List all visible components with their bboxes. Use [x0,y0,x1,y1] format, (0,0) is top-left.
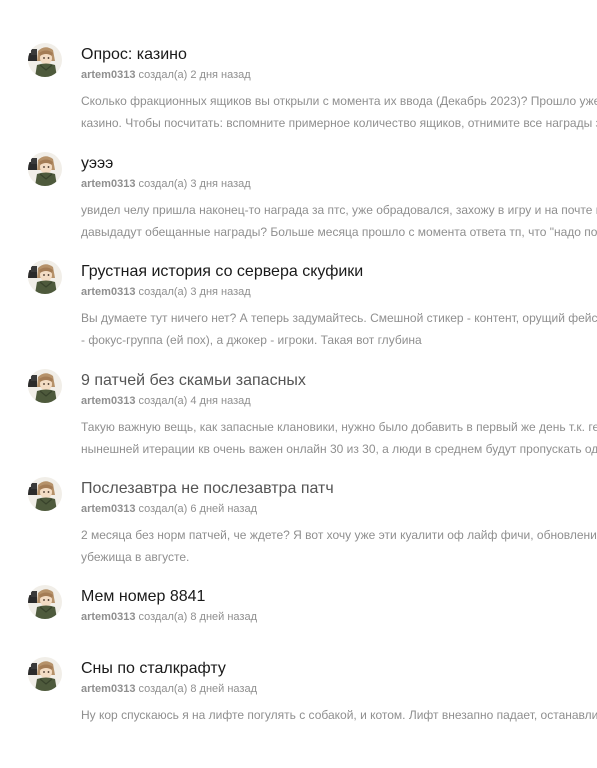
author-link[interactable]: artem0313 [81,286,135,298]
created-time: создал(а) 4 дня назад [138,395,251,407]
created-time: создал(а) 3 дня назад [138,286,251,298]
post-excerpt-line: давыдадут обещанные награды? Больше меся… [81,225,597,239]
post-feed: Опрос: казино artem0313 создал(а) 2 дня н… [0,0,597,722]
post-excerpt-line: нынешней итерации кв очень важен онлайн … [81,442,597,456]
post-excerpt: Вы думаете тут ничего нет? А теперь заду… [81,307,597,351]
post-title-link[interactable]: Грустная история со сервера скуфики [81,262,363,282]
post-item: Сны по сталкрафту artem0313 создал(а) 8 д… [0,657,597,768]
created-time: создал(а) 3 дня назад [138,178,251,190]
author-link[interactable]: artem0313 [81,69,135,81]
post-item: Послезавтра не послезавтра патч artem0313… [0,477,597,588]
post-excerpt-line: казино. Чтобы посчитать: вспомните приме… [81,116,597,130]
post-excerpt-line: Ну кор спускаюсь я на лифте погулять с с… [81,708,597,722]
user-avatar-icon[interactable] [28,369,62,403]
author-link[interactable]: artem0313 [81,611,135,623]
post-item: Грустная история со сервера скуфики artem… [0,260,597,371]
post-excerpt: Сколько фракционных ящиков вы открыли с … [81,90,597,134]
author-link[interactable]: artem0313 [81,395,135,407]
post-meta: artem0313 создал(а) 2 дня назад [81,68,251,82]
post-excerpt: Такую важную вещь, как запасные клановик… [81,416,597,460]
post-meta: artem0313 создал(а) 3 дня назад [81,285,251,299]
post-meta: artem0313 создал(а) 3 дня назад [81,177,251,191]
post-meta: artem0313 создал(а) 8 дней назад [81,610,257,624]
created-time: создал(а) 8 дней назад [138,611,258,623]
user-avatar-icon[interactable] [28,585,62,619]
post-excerpt-line: 2 месяца без норм патчей, че ждете? Я во… [81,528,597,542]
post-title-link[interactable]: 9 патчей без скамьи запасных [81,371,306,391]
post-title-link[interactable]: Послезавтра не послезавтра патч [81,479,334,499]
post-excerpt-line: увидел челу пришла наконец-то награда за… [81,203,597,217]
user-avatar-icon[interactable] [28,43,62,77]
user-avatar-icon[interactable] [28,152,62,186]
post-title-link[interactable]: Мем номер 8841 [81,587,205,607]
post-title-link[interactable]: Сны по сталкрафту [81,659,226,679]
post-item: уэээ artem0313 создал(а) 3 дня назад увиде… [0,152,597,263]
post-item: 9 патчей без скамьи запасных artem0313 со… [0,369,597,480]
user-avatar-icon[interactable] [28,657,62,691]
post-excerpt-line: - фокус-группа (ей пох), а джокер - игро… [81,333,422,347]
user-avatar-icon[interactable] [28,260,62,294]
post-excerpt-line: Сколько фракционных ящиков вы открыли с … [81,94,597,108]
post-meta: artem0313 создал(а) 4 дня назад [81,394,251,408]
post-excerpt-line: Вы думаете тут ничего нет? А теперь заду… [81,311,597,325]
post-title-link[interactable]: Опрос: казино [81,45,187,65]
post-title-link[interactable]: уэээ [81,154,113,174]
author-link[interactable]: artem0313 [81,683,135,695]
author-link[interactable]: artem0313 [81,503,135,515]
post-item: Опрос: казино artem0313 создал(а) 2 дня н… [0,43,597,154]
post-excerpt: 2 месяца без норм патчей, че ждете? Я во… [81,524,597,568]
post-excerpt: увидел челу пришла наконец-то награда за… [81,199,597,243]
created-time: создал(а) 8 дней назад [138,683,258,695]
post-excerpt-line: убежища в августе. [81,550,190,564]
post-meta: artem0313 создал(а) 8 дней назад [81,682,257,696]
post-excerpt: Ну кор спускаюсь я на лифте погулять с с… [81,704,597,726]
created-time: создал(а) 6 дней назад [138,503,258,515]
user-avatar-icon[interactable] [28,477,62,511]
post-excerpt-line: Такую важную вещь, как запасные клановик… [81,420,597,434]
author-link[interactable]: artem0313 [81,178,135,190]
created-time: создал(а) 2 дня назад [138,69,251,81]
post-meta: artem0313 создал(а) 6 дней назад [81,502,257,516]
